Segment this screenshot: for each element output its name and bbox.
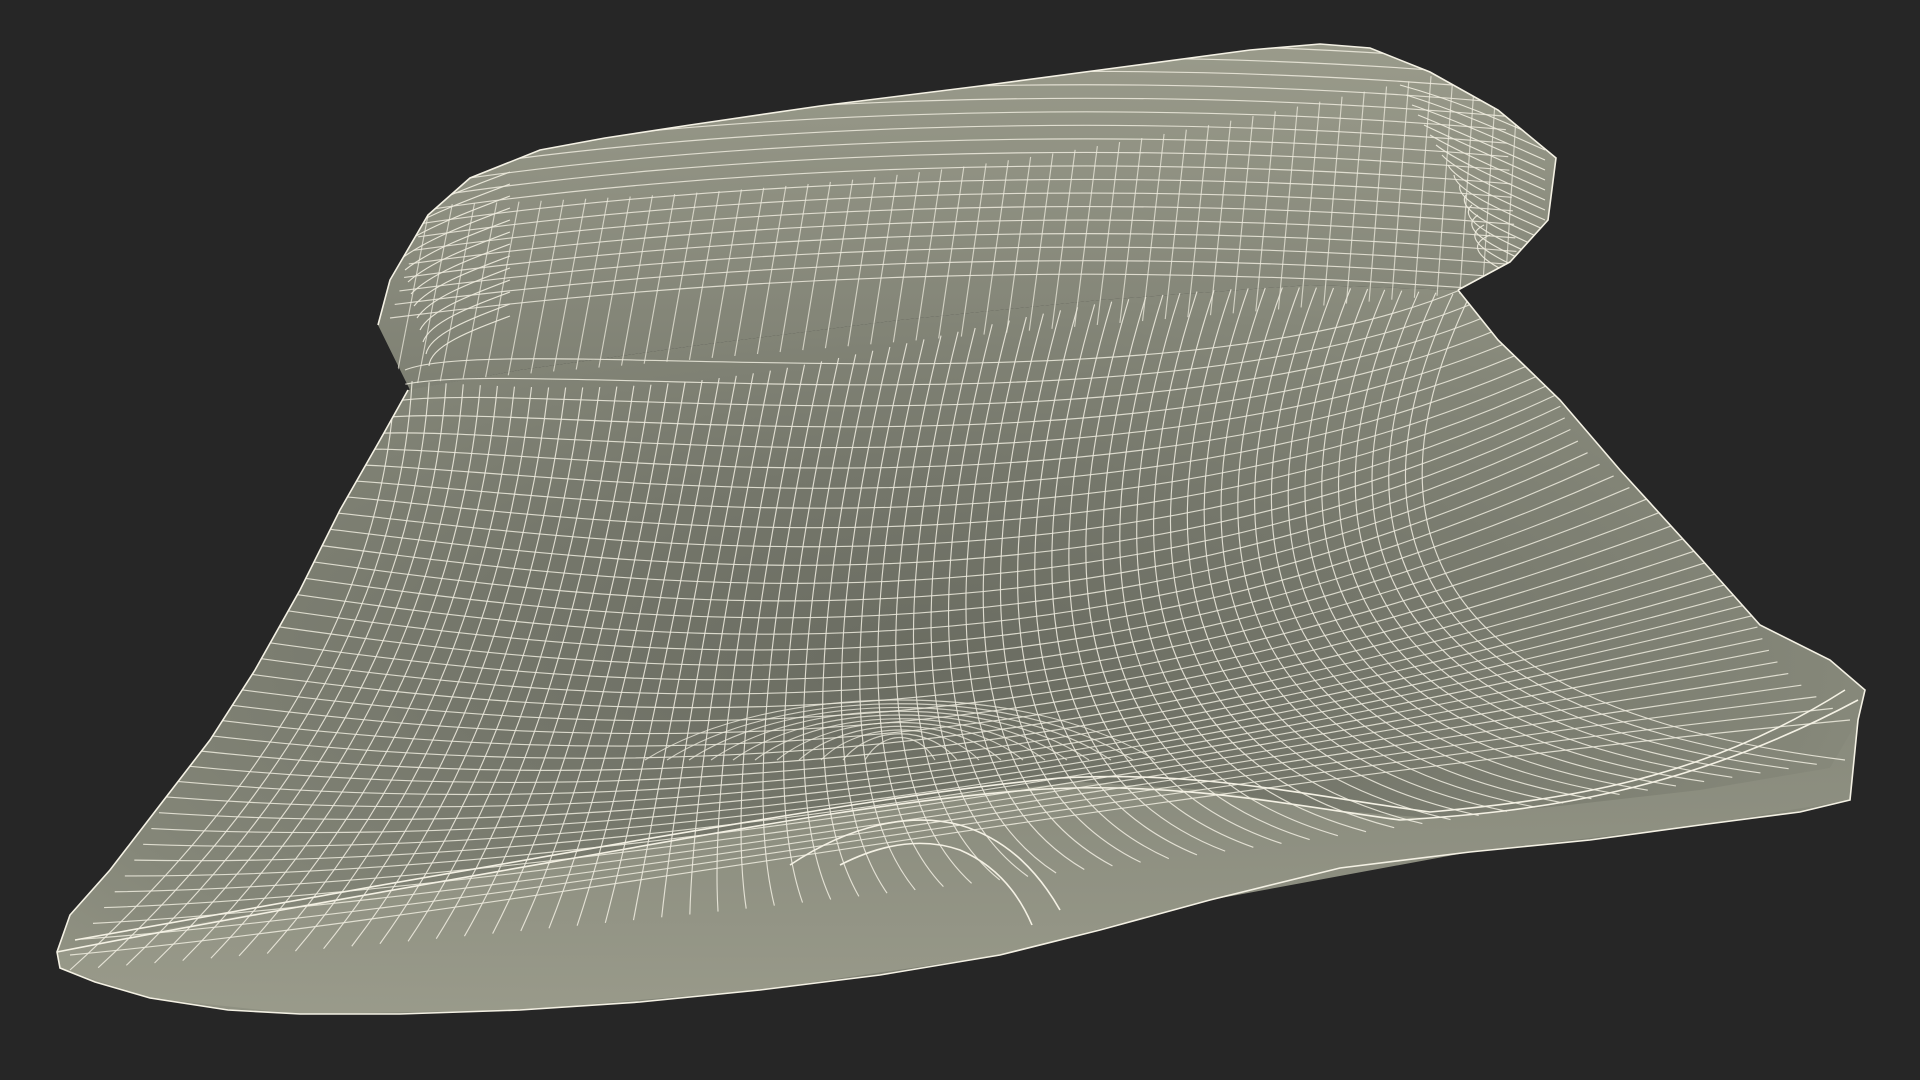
pillow-wireframe-render [56, 43, 1866, 1015]
render-viewport [0, 0, 1920, 1080]
